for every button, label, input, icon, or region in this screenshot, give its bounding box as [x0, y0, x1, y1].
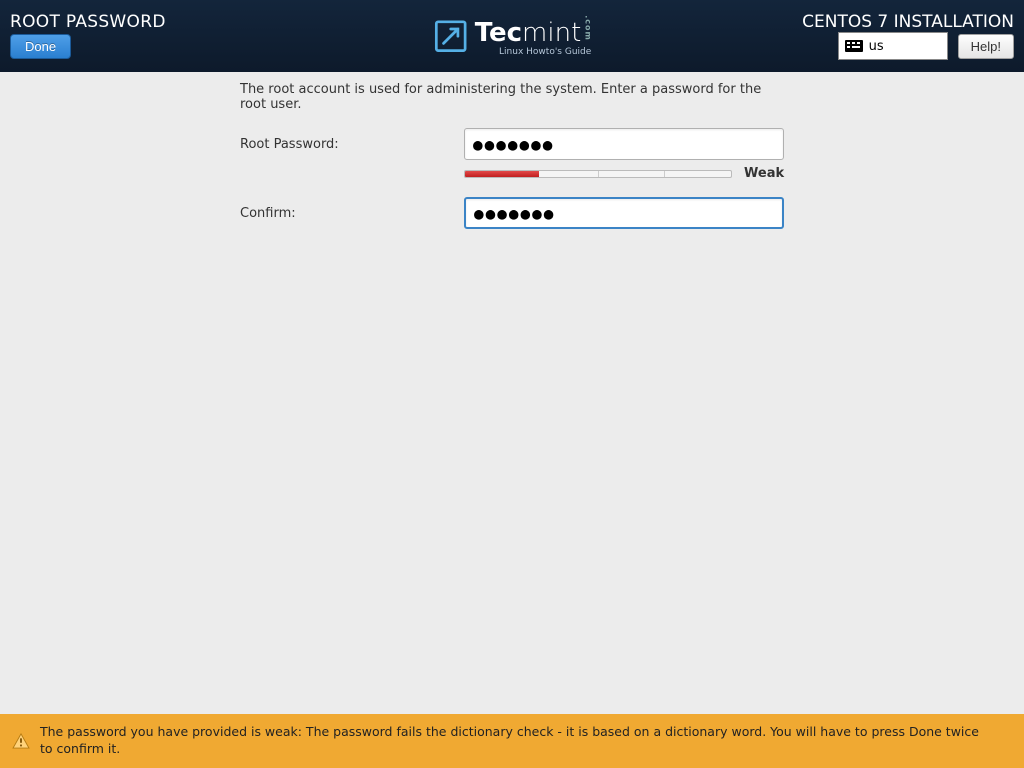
- brand-logo: Tecmint .com Linux Howto's Guide: [433, 15, 592, 57]
- logo-suffix: .com: [583, 15, 591, 41]
- logo-tagline: Linux Howto's Guide: [475, 48, 592, 57]
- logo-text-right: mint: [522, 20, 581, 46]
- warning-banner: The password you have provided is weak: …: [0, 714, 1024, 768]
- password-strength-fill: [465, 171, 539, 177]
- warning-icon: [12, 733, 30, 749]
- installer-title: CENTOS 7 INSTALLATION: [802, 12, 1014, 32]
- password-strength-meter: [464, 170, 732, 178]
- password-strength-label: Weak: [744, 166, 784, 181]
- tecmint-logo-icon: [433, 18, 469, 54]
- intro-text: The root account is used for administeri…: [240, 82, 790, 112]
- keyboard-layout-selector[interactable]: us: [838, 32, 948, 60]
- confirm-password-input[interactable]: [464, 197, 784, 229]
- keyboard-icon: [845, 40, 863, 52]
- keyboard-layout-label: us: [869, 39, 884, 54]
- logo-text-left: Tec: [475, 20, 522, 46]
- page-title: ROOT PASSWORD: [10, 12, 166, 32]
- form-area: The root account is used for administeri…: [240, 82, 790, 235]
- warning-message: The password you have provided is weak: …: [40, 724, 980, 758]
- root-password-input[interactable]: [464, 128, 784, 160]
- confirm-password-label: Confirm:: [240, 206, 464, 221]
- installer-header: ROOT PASSWORD Done Tecmint .com Linux Ho…: [0, 0, 1024, 72]
- help-button[interactable]: Help!: [958, 34, 1014, 59]
- root-password-label: Root Password:: [240, 137, 464, 152]
- done-button[interactable]: Done: [10, 34, 71, 59]
